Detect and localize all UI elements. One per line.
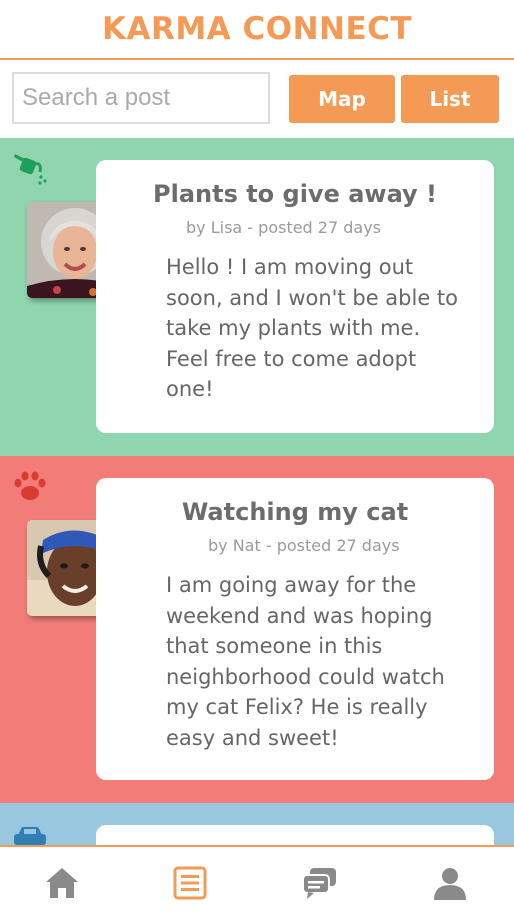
post-meta: by Nat - posted 27 days	[208, 536, 400, 555]
post-card[interactable]	[96, 825, 494, 845]
paw-icon	[12, 468, 48, 504]
list-view-button[interactable]: List	[401, 75, 499, 123]
post-item: Watching my cat by Nat - posted 27 days …	[0, 456, 514, 803]
post-feed: Plants to give away ! by Lisa - posted 2…	[0, 138, 514, 845]
search-bar: Map List	[0, 60, 514, 138]
watering-can-icon	[12, 150, 48, 186]
profile-icon[interactable]	[430, 863, 470, 903]
post-title: Watching my cat	[181, 498, 409, 526]
post-body: Hello ! I am moving out soon, and I won'…	[166, 255, 459, 401]
post-body: I am going away for the weekend and was …	[166, 573, 445, 750]
post-item: Plants to give away ! by Lisa - posted 2…	[0, 138, 514, 456]
app-header: KARMA CONNECT	[0, 0, 514, 60]
post-card[interactable]: Watching my cat by Nat - posted 27 days …	[96, 478, 494, 780]
car-icon	[12, 819, 48, 845]
home-icon[interactable]	[42, 863, 82, 903]
post-item	[0, 803, 514, 845]
app-title: KARMA CONNECT	[101, 11, 413, 47]
bottom-navigation	[0, 845, 514, 914]
post-card[interactable]: Plants to give away ! by Lisa - posted 2…	[96, 160, 494, 433]
post-title: Plants to give away !	[153, 180, 437, 208]
list-icon[interactable]	[170, 863, 210, 903]
map-view-button[interactable]: Map	[289, 75, 395, 123]
chat-icon[interactable]	[300, 863, 340, 903]
post-meta: by Lisa - posted 27 days	[186, 218, 382, 237]
search-input[interactable]	[12, 72, 270, 124]
